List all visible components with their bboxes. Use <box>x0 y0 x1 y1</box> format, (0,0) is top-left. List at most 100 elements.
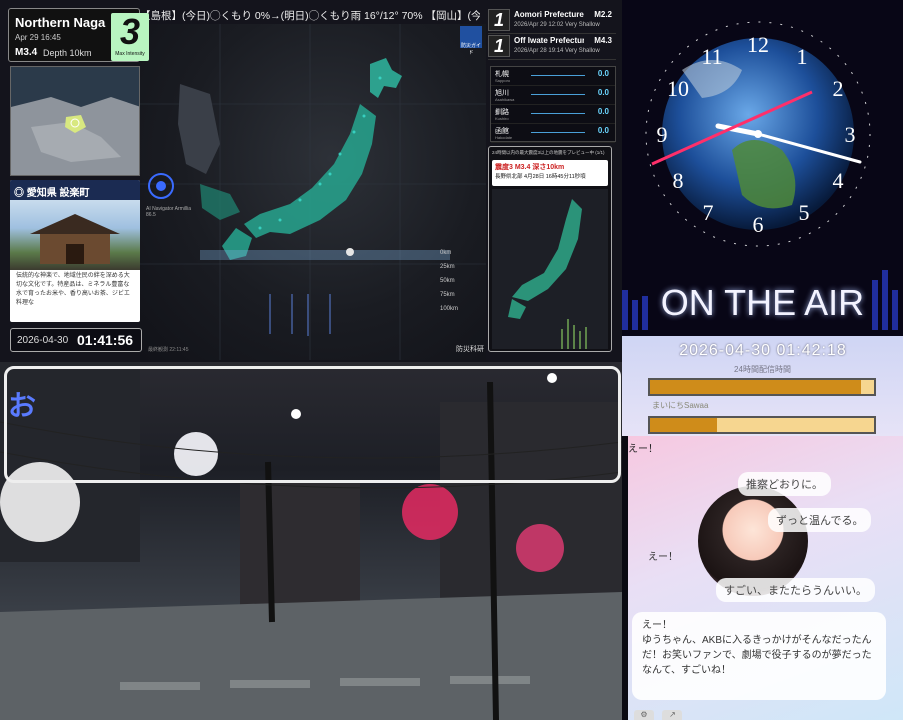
ai-navigator-icon <box>146 168 176 204</box>
preview-intensity: 震度3 M3.4 深さ10km <box>495 164 565 171</box>
epicenter-depth: Depth 10km <box>43 48 92 58</box>
max-intensity-label: Max Intensity <box>115 51 145 57</box>
preview-map-svg <box>508 199 587 349</box>
epicenter-name: Northern Naga <box>15 15 106 30</box>
sensor-name-en: Hakodate <box>495 135 513 140</box>
list-item[interactable]: 1 Aomori Prefecture, M2.2 2026/Apr 29 12… <box>488 8 616 34</box>
broadcast-label: 24時間配信時間 <box>734 365 791 374</box>
list-item-magnitude: M2.2 <box>594 10 612 19</box>
sensor-name-en: Sapporo <box>495 78 511 83</box>
location-photo-card: ◎ 愛知県 設楽町 伝統的な神楽で、地域住民の絆を深める大切な文化です。特産品は… <box>10 180 140 322</box>
clock-numeral-11: 11 <box>701 44 722 69</box>
japan-map-svg <box>140 24 486 360</box>
share-icon[interactable]: ↗ <box>662 710 683 720</box>
list-item-magnitude: M4.3 <box>594 36 612 45</box>
chat-panel: 推察どおりに。 ずっと温んでる。 えー！ すごい、またたらうんいい。 えー！ ゆ… <box>628 436 903 720</box>
sensor-row: 札幌 Sapporo 0.0 <box>491 67 615 86</box>
list-item-intensity: 1 <box>488 9 510 31</box>
settings-icon[interactable]: ⚙ <box>634 710 654 720</box>
preview-location: 長野県北部 4月28日 16時45分11秒頃 <box>495 174 586 180</box>
street-camera-feed: お <box>0 362 622 720</box>
progress-fill <box>650 380 861 394</box>
progress-caption: まいにちSawaa <box>652 401 709 410</box>
sensor-value: 0.0 <box>597 126 609 135</box>
max-intensity-badge: 3 Max Intensity <box>111 13 149 61</box>
sensor-name-en: Kushiro <box>495 116 509 121</box>
quake-preview-panel: 24時間以内の最大震度3以上の地震をプレビュー中 (1/1) 震度3 M3.4 … <box>488 146 612 352</box>
earthquake-dashboard: 【島根】(今日)◯くもり 0%→(明日)◯くもり雨 16°/12° 70% 【岡… <box>0 0 622 362</box>
sensor-row: 釧路 Kushiro 0.0 <box>491 105 615 124</box>
japan-map <box>140 24 486 360</box>
last-observed: 最終観測 22:11:45 <box>148 347 189 353</box>
max-intensity-value: 3 <box>119 11 141 52</box>
depth-tick: 50km <box>440 278 455 284</box>
minimap-svg <box>11 67 139 175</box>
chat-speaker: えー！ <box>648 552 678 563</box>
chat-message: すごい、またたらうんいい。 <box>716 578 875 602</box>
sensor-waveform <box>531 94 585 95</box>
preview-info-box: 震度3 M3.4 深さ10km 長野県北部 4月28日 16時45分11秒頃 <box>492 160 608 186</box>
list-item-intensity: 1 <box>488 35 510 57</box>
location-title: ◎ 愛知県 設楽町 <box>10 180 140 200</box>
clock-numeral-5: 5 <box>799 200 810 225</box>
location-photo <box>10 200 140 270</box>
sensor-row: 旭川 Asahikawa 0.0 <box>491 86 615 105</box>
depth-scale: 0km 25km 50km 75km 100km <box>440 250 484 350</box>
list-item[interactable]: 1 Off Iwate Prefectur M4.3 2026/Apr 28 1… <box>488 34 616 60</box>
chat-first-speaker: えー！ <box>628 444 658 455</box>
sensor-name-en: Asahikawa <box>495 97 515 102</box>
dashboard-clock: 2026-04-30 01:41:56 <box>10 328 142 352</box>
broadcast-datetime: 2026-04-30 01:42:18 <box>679 342 847 359</box>
preview-map <box>492 189 608 349</box>
chat-bottom-speaker: えー！ <box>642 620 672 631</box>
progress-fill <box>650 418 718 432</box>
clock-numeral-3: 3 <box>845 122 856 147</box>
bousai-guide-logo: 防災ガイド <box>460 26 482 56</box>
weather-ticker: 【島根】(今日)◯くもり 0%→(明日)◯くもり雨 16°/12° 70% 【岡… <box>140 10 480 22</box>
preview-title: 24時間以内の最大震度3以上の地震をプレビュー中 (1/1) <box>492 150 605 155</box>
epicenter-card: Northern Naga Apr 29 16:45 M3.4 Depth 10… <box>8 8 149 62</box>
depth-tick: 0km <box>440 250 452 256</box>
chat-controls: ⚙ ↗ <box>634 704 686 720</box>
clock-numeral-2: 2 <box>833 76 844 101</box>
recent-quake-list: 1 Aomori Prefecture, M2.2 2026/Apr 29 12… <box>488 8 616 60</box>
temple-illustration <box>30 214 120 264</box>
camera-overlay-char: お <box>8 390 37 421</box>
chat-bottom-text: ゆうちゃん、AKBに入るきっかけがそんなだったんだ！お笑いファンで、劇場で役子す… <box>642 635 872 676</box>
camera-overlay-frame <box>4 366 621 483</box>
nied-logo: 防災科研 <box>456 346 484 353</box>
depth-tick: 100km <box>440 306 459 312</box>
sensor-value: 0.0 <box>597 107 609 116</box>
chat-bottom-message: えー！ ゆうちゃん、AKBに入るきっかけがそんなだったんだ！お笑いファンで、劇場… <box>632 612 886 700</box>
epicenter-magnitude: M3.4 <box>15 47 38 58</box>
depth-tick: 25km <box>440 264 455 270</box>
clock-numeral-4: 4 <box>833 168 844 193</box>
sensor-value: 0.0 <box>597 69 609 78</box>
sensor-row: 函館 Hakodate 0.0 <box>491 124 615 143</box>
on-air-clock: 12 1 2 3 4 5 6 7 8 9 10 11 ON THE AIR <box>622 0 903 336</box>
list-item-subtitle: 2026/Apr 28 19:14 Very Shallow <box>514 48 600 54</box>
dashboard-time: 01:41:56 <box>77 332 134 348</box>
sensor-value: 0.0 <box>597 88 609 97</box>
clock-numeral-10: 10 <box>667 76 689 101</box>
clock-numeral-12: 12 <box>747 32 769 57</box>
sensor-waveform <box>531 113 585 114</box>
ai-navigator-label: AI Navigator Armillia 86.5 <box>146 206 192 218</box>
list-item-name: Off Iwate Prefectur <box>514 36 584 45</box>
clock-numeral-1: 1 <box>797 44 808 69</box>
epicenter-minimap <box>10 66 140 176</box>
clock-numeral-9: 9 <box>657 122 668 147</box>
epicenter-time: Apr 29 16:45 <box>15 33 61 42</box>
chat-message: ずっと温んでる。 <box>768 508 872 532</box>
clock-numeral-6: 6 <box>753 212 764 237</box>
list-item-subtitle: 2026/Apr 29 12:02 Very Shallow <box>514 22 600 28</box>
depth-tick: 75km <box>440 292 455 298</box>
chat-message: 推察どおりに。 <box>738 472 831 496</box>
clock-numeral-8: 8 <box>673 168 684 193</box>
sensor-waveform <box>531 75 585 76</box>
clock-numeral-7: 7 <box>703 200 714 225</box>
location-description: 伝統的な神楽で、地域住民の絆を深める大切な文化です。特産品は、ミネラル豊富な水で… <box>16 273 130 306</box>
list-item-name: Aomori Prefecture, <box>514 10 584 19</box>
broadcast-status-panel: 2026-04-30 01:42:18 24時間配信時間 まいにちSawaa <box>622 336 903 436</box>
sensor-waveform <box>531 132 585 133</box>
